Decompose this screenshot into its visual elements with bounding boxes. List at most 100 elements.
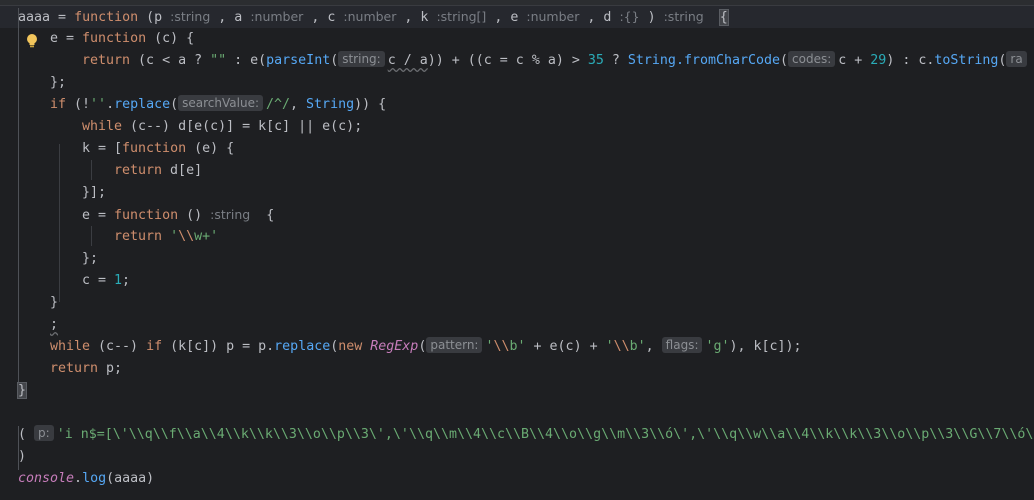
- keyword: while: [82, 119, 123, 134]
- code-line-4[interactable]: };: [50, 72, 66, 94]
- code-line-7[interactable]: k = [function (e) {: [82, 138, 234, 160]
- comma: ,: [486, 10, 511, 25]
- parameter-hint: searchValue:: [178, 95, 263, 111]
- keyword: return: [114, 229, 163, 244]
- code-text: d[e]: [162, 163, 203, 178]
- code-line-21[interactable]: ): [18, 446, 26, 468]
- parameter-hint: string:: [338, 51, 385, 67]
- keyword: return: [50, 361, 99, 376]
- code-text: (: [170, 97, 179, 112]
- code-line-10[interactable]: e = function () :string {: [82, 204, 274, 226]
- keyword: function: [82, 31, 147, 46]
- code-text: + e(c) +: [525, 339, 606, 354]
- parameter-hint: p:: [34, 425, 54, 441]
- code-text: .: [74, 471, 83, 486]
- lightbulb-icon[interactable]: [25, 33, 39, 49]
- code-line-15[interactable]: ;: [50, 314, 58, 336]
- string-literal: b': [629, 339, 646, 354]
- code-line-13[interactable]: c = 1;: [82, 270, 130, 292]
- keyword: return: [82, 53, 131, 68]
- code-line-22[interactable]: console.log(aaaa): [18, 468, 154, 490]
- number-literal: 1: [114, 273, 123, 288]
- keyword: function: [114, 208, 179, 223]
- keyword: new: [338, 339, 363, 354]
- escape-sequence: \\: [613, 339, 630, 354]
- code-text: ,: [645, 339, 662, 354]
- comma: ,: [579, 10, 604, 25]
- class-name: RegExp: [370, 339, 419, 354]
- code-text: p;: [98, 361, 123, 376]
- code-line-1[interactable]: aaaa = function (p :string , a :number ,…: [18, 6, 729, 28]
- type-hint: :{}: [619, 9, 640, 24]
- code-text: {: [250, 208, 275, 223]
- regex-literal: /^/: [266, 97, 291, 112]
- code-text: (): [178, 208, 203, 223]
- return-type-hint: :string: [663, 9, 704, 24]
- keyword: if: [146, 339, 163, 354]
- code-line-6[interactable]: while (c--) d[e(c)] = k[c] || e(c);: [82, 116, 362, 138]
- code-line-9[interactable]: }];: [82, 182, 106, 204]
- code-text: : e(: [226, 53, 267, 68]
- code-line-3[interactable]: return (c < a ? "" : e(parseInt(string: c…: [82, 50, 1030, 72]
- code-line-5[interactable]: if (!''.replace(searchValue:/^/, String)…: [50, 94, 386, 116]
- keyword: while: [50, 339, 91, 354]
- escape-sequence: \\: [178, 229, 195, 244]
- function-call: parseInt: [266, 53, 331, 68]
- code-text: ,: [290, 97, 307, 112]
- code-text: ;: [50, 317, 59, 332]
- string-literal: 'g': [705, 339, 730, 354]
- paren: (: [138, 10, 155, 25]
- indent-guide: [91, 226, 92, 246]
- code-text: .: [106, 97, 115, 112]
- param-d: d: [603, 10, 612, 25]
- type-hint: :number: [250, 9, 304, 24]
- fold-gutter-bar: [18, 8, 19, 396]
- param-p: p: [154, 10, 163, 25]
- string-literal: ': [170, 229, 179, 244]
- type-hint: :number: [526, 9, 580, 24]
- function-call: toString: [934, 53, 999, 68]
- matched-brace: {: [718, 9, 729, 26]
- code-line-11[interactable]: return '\\w+': [114, 226, 218, 248]
- code-line-14[interactable]: }: [50, 292, 58, 314]
- code-text: ) : c.: [886, 53, 935, 68]
- number-literal: 29: [870, 53, 887, 68]
- code-text: )) {: [354, 97, 387, 112]
- code-line-12[interactable]: };: [82, 248, 98, 270]
- parameter-hint: codes:: [788, 51, 836, 67]
- param-c: c: [327, 10, 336, 25]
- code-line-18[interactable]: }: [16, 380, 28, 402]
- code-line-8[interactable]: return d[e]: [114, 160, 202, 182]
- code-text: e =: [82, 208, 115, 223]
- code-text: (c--) d[e(c)] = k[c] || e(c);: [122, 119, 363, 134]
- code-text: (: [998, 53, 1007, 68]
- string-literal: 'i n$=[\'\\q\\f\\a\\4\\k\\k\\3\\o\\p\\3\…: [56, 427, 1034, 442]
- param-k: k: [420, 10, 429, 25]
- code-text: c +: [838, 53, 871, 68]
- string-literal: ': [485, 339, 494, 354]
- code-line-17[interactable]: return p;: [50, 358, 122, 380]
- keyword: function: [74, 10, 139, 25]
- return-type-hint: :string: [210, 207, 251, 222]
- code-text: (c < a ?: [130, 53, 211, 68]
- type-hint: :number: [343, 9, 397, 24]
- code-text: (: [330, 53, 339, 68]
- parameter-hint: pattern:: [426, 337, 483, 353]
- code-line-16[interactable]: while (c--) if (k[c]) p = p.replace(new …: [50, 336, 802, 358]
- comma: ,: [396, 10, 421, 25]
- code-line-2[interactable]: e = function (c) {: [50, 28, 194, 50]
- code-text: (e) {: [186, 141, 235, 156]
- paren: (: [18, 427, 27, 442]
- parameter-hint: ra: [1006, 51, 1027, 67]
- code-text: c =: [82, 273, 115, 288]
- code-text: c / a: [387, 53, 428, 68]
- function-call: replace: [274, 339, 331, 354]
- operator: =: [50, 10, 75, 25]
- code-text: ?: [603, 53, 628, 68]
- class-name: String: [306, 97, 355, 112]
- number-literal: 35: [587, 53, 604, 68]
- indent-guide: [59, 144, 60, 302]
- param-e: e: [510, 10, 519, 25]
- code-line-20[interactable]: ( p:'i n$=[\'\\q\\f\\a\\4\\k\\k\\3\\o\\p…: [18, 424, 1034, 446]
